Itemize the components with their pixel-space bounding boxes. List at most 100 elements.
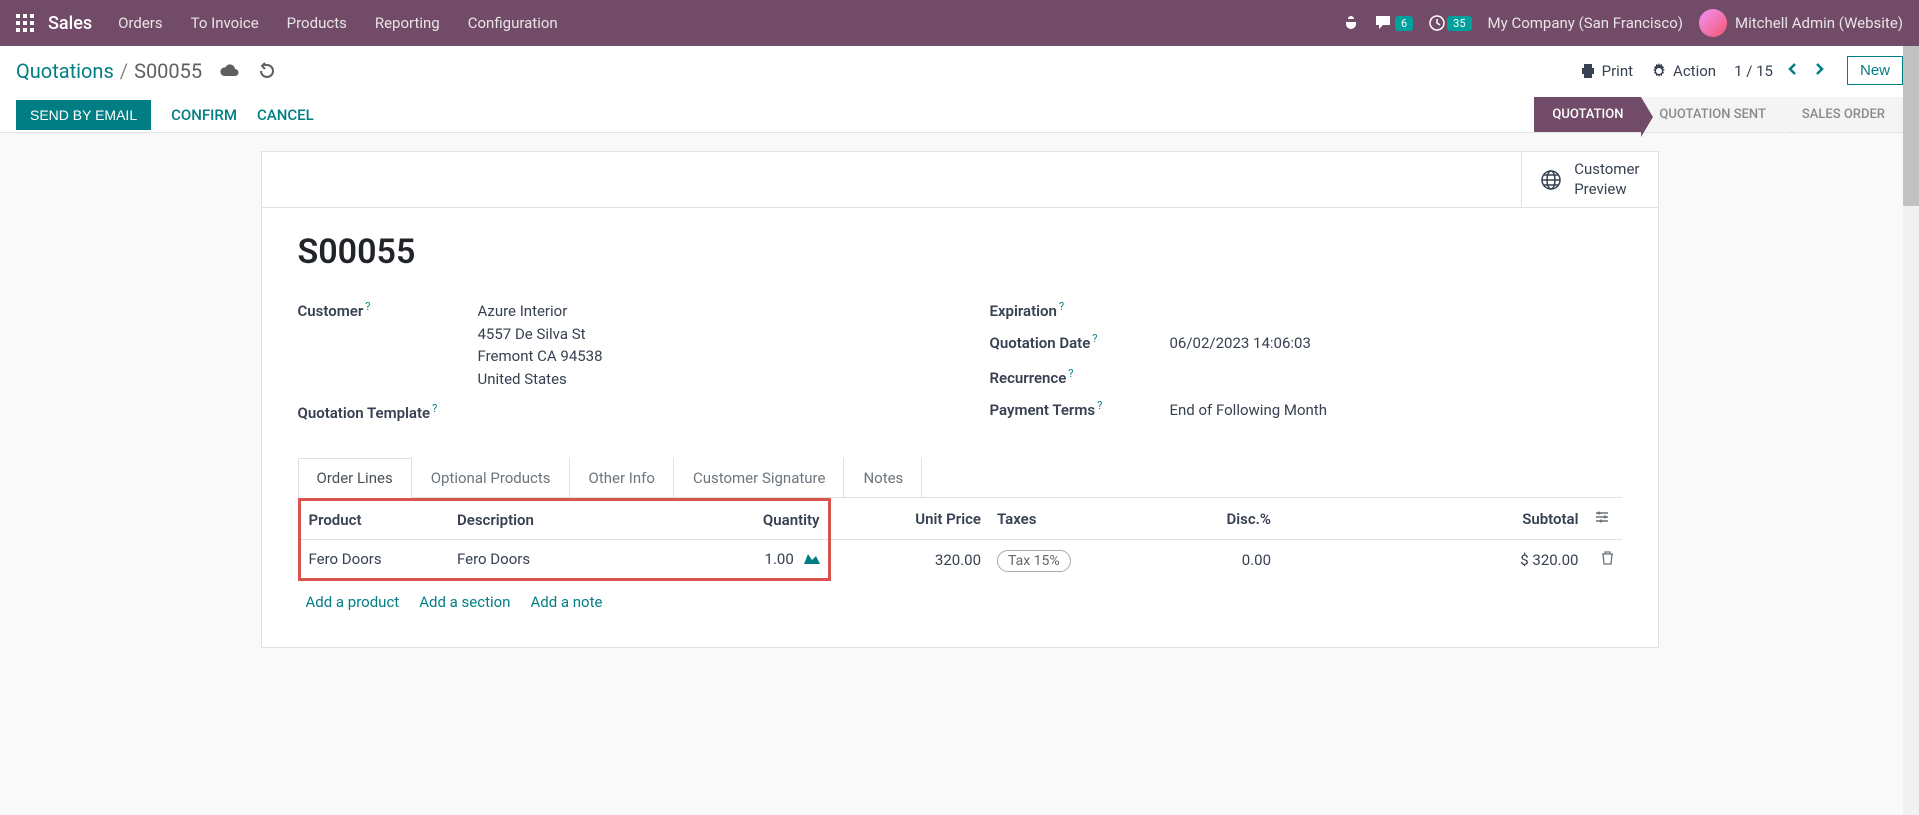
pager-next[interactable]	[1811, 58, 1829, 84]
adjust-columns-icon[interactable]	[1595, 510, 1609, 528]
action-label: Action	[1673, 62, 1716, 80]
th-taxes: Taxes	[989, 500, 1129, 540]
form-sheet: CustomerPreview S00055 Customer? Azure I…	[261, 151, 1659, 648]
th-quantity: Quantity	[699, 500, 829, 540]
cancel-button[interactable]: CANCEL	[257, 106, 314, 124]
form-right-column: Expiration? Quotation Date? 06/02/2023 1…	[990, 300, 1622, 434]
cell-product[interactable]: Fero Doors	[299, 540, 449, 580]
cell-disc[interactable]: 0.00	[1129, 540, 1279, 580]
app-name[interactable]: Sales	[48, 13, 92, 34]
help-icon[interactable]: ?	[1092, 332, 1097, 345]
help-icon[interactable]: ?	[1068, 367, 1073, 380]
cell-actions	[1587, 540, 1622, 580]
pager-value[interactable]: 1 / 15	[1734, 62, 1773, 80]
avatar	[1699, 9, 1727, 37]
record-title: S00055	[298, 232, 1622, 272]
help-icon[interactable]: ?	[1097, 399, 1102, 412]
customer-preview-button[interactable]: CustomerPreview	[1521, 152, 1657, 207]
activities-icon[interactable]: 35	[1429, 15, 1471, 31]
tab-other-info[interactable]: Other Info	[570, 458, 674, 497]
vertical-scrollbar[interactable]	[1903, 46, 1919, 815]
control-panel: Quotations / S00055 Print Action 1 / 15	[0, 46, 1919, 133]
statusbar: QUOTATION QUOTATION SENT SALES ORDER	[1534, 97, 1903, 132]
button-box: CustomerPreview	[262, 152, 1658, 208]
quotation-date-label: Quotation Date?	[990, 332, 1170, 352]
th-description: Description	[449, 500, 699, 540]
th-product: Product	[299, 500, 449, 540]
main-menu: Orders To Invoice Products Reporting Con…	[118, 14, 1343, 32]
status-quotation-sent[interactable]: QUOTATION SENT	[1641, 97, 1783, 132]
action-button[interactable]: Action	[1651, 62, 1716, 80]
cell-quantity[interactable]: 1.00	[699, 540, 829, 580]
breadcrumb-sep: /	[120, 59, 128, 83]
bug-icon[interactable]	[1343, 15, 1359, 31]
tab-optional-products[interactable]: Optional Products	[412, 458, 570, 497]
chevron-left-icon	[1787, 62, 1797, 76]
tab-customer-signature[interactable]: Customer Signature	[674, 458, 845, 497]
apps-icon[interactable]	[16, 14, 34, 32]
add-line-links: Add a product Add a section Add a note	[298, 581, 1622, 623]
globe-icon	[1540, 169, 1562, 191]
status-sales-order[interactable]: SALES ORDER	[1784, 97, 1903, 132]
scrollbar-thumb[interactable]	[1903, 46, 1919, 206]
user-menu[interactable]: Mitchell Admin (Website)	[1699, 9, 1903, 37]
pager-prev[interactable]	[1783, 58, 1801, 84]
gear-icon	[1651, 63, 1667, 79]
messages-icon[interactable]: 6	[1375, 15, 1413, 31]
breadcrumb-current: S00055	[134, 59, 202, 83]
help-icon[interactable]: ?	[432, 402, 437, 415]
cloud-save-icon[interactable]	[220, 63, 240, 79]
cell-taxes[interactable]: Tax 15%	[989, 540, 1129, 580]
customer-label: Customer?	[298, 300, 478, 320]
form-left-column: Customer? Azure Interior 4557 De Silva S…	[298, 300, 930, 434]
cell-description[interactable]: Fero Doors	[449, 540, 699, 580]
top-navbar: Sales Orders To Invoice Products Reporti…	[0, 0, 1919, 46]
recurrence-label: Recurrence?	[990, 367, 1170, 387]
status-quotation[interactable]: QUOTATION	[1534, 97, 1641, 132]
form-background: CustomerPreview S00055 Customer? Azure I…	[0, 151, 1919, 688]
new-button[interactable]: New	[1847, 56, 1903, 85]
payment-terms-label: Payment Terms?	[990, 399, 1170, 419]
th-unit-price: Unit Price	[829, 500, 989, 540]
print-button[interactable]: Print	[1580, 62, 1633, 80]
tabs: Order Lines Optional Products Other Info…	[298, 458, 1622, 498]
expiration-label: Expiration?	[990, 300, 1170, 320]
chevron-right-icon	[1815, 62, 1825, 76]
breadcrumb-parent[interactable]: Quotations	[16, 59, 114, 83]
help-icon[interactable]: ?	[1059, 300, 1064, 313]
add-note-link[interactable]: Add a note	[530, 593, 602, 611]
menu-configuration[interactable]: Configuration	[468, 14, 558, 32]
payment-terms-value[interactable]: End of Following Month	[1170, 399, 1622, 422]
menu-reporting[interactable]: Reporting	[375, 14, 440, 32]
confirm-button[interactable]: CONFIRM	[171, 106, 237, 124]
cell-unit-price[interactable]: 320.00	[829, 540, 989, 580]
tax-chip[interactable]: Tax 15%	[997, 550, 1071, 572]
add-section-link[interactable]: Add a section	[419, 593, 510, 611]
discard-icon[interactable]	[258, 62, 276, 80]
tab-notes[interactable]: Notes	[844, 458, 922, 497]
activities-badge: 35	[1447, 16, 1471, 31]
pager: 1 / 15	[1734, 58, 1829, 84]
th-disc: Disc.%	[1129, 500, 1279, 540]
company-switcher[interactable]: My Company (San Francisco)	[1488, 14, 1683, 32]
print-icon	[1580, 63, 1596, 79]
menu-products[interactable]: Products	[287, 14, 347, 32]
add-product-link[interactable]: Add a product	[306, 593, 400, 611]
tab-order-lines[interactable]: Order Lines	[298, 458, 412, 498]
menu-orders[interactable]: Orders	[118, 14, 163, 32]
cell-subtotal: $ 320.00	[1279, 540, 1587, 580]
th-subtotal: Subtotal	[1279, 500, 1587, 540]
customer-value[interactable]: Azure Interior 4557 De Silva St Fremont …	[478, 300, 930, 390]
topnav-right: 6 35 My Company (San Francisco) Mitchell…	[1343, 9, 1903, 37]
chart-area-icon[interactable]	[804, 550, 820, 568]
breadcrumb: Quotations / S00055	[16, 59, 202, 83]
quotation-template-label: Quotation Template?	[298, 402, 478, 422]
help-icon[interactable]: ?	[365, 300, 370, 313]
trash-icon[interactable]	[1601, 551, 1614, 569]
user-name: Mitchell Admin (Website)	[1735, 14, 1903, 32]
table-row[interactable]: Fero Doors Fero Doors 1.00 320.00 Tax 15…	[299, 540, 1622, 580]
send-by-email-button[interactable]: SEND BY EMAIL	[16, 100, 151, 130]
stat-btn-label: CustomerPreview	[1574, 160, 1639, 199]
menu-to-invoice[interactable]: To Invoice	[191, 14, 259, 32]
quotation-date-value[interactable]: 06/02/2023 14:06:03	[1170, 332, 1622, 355]
